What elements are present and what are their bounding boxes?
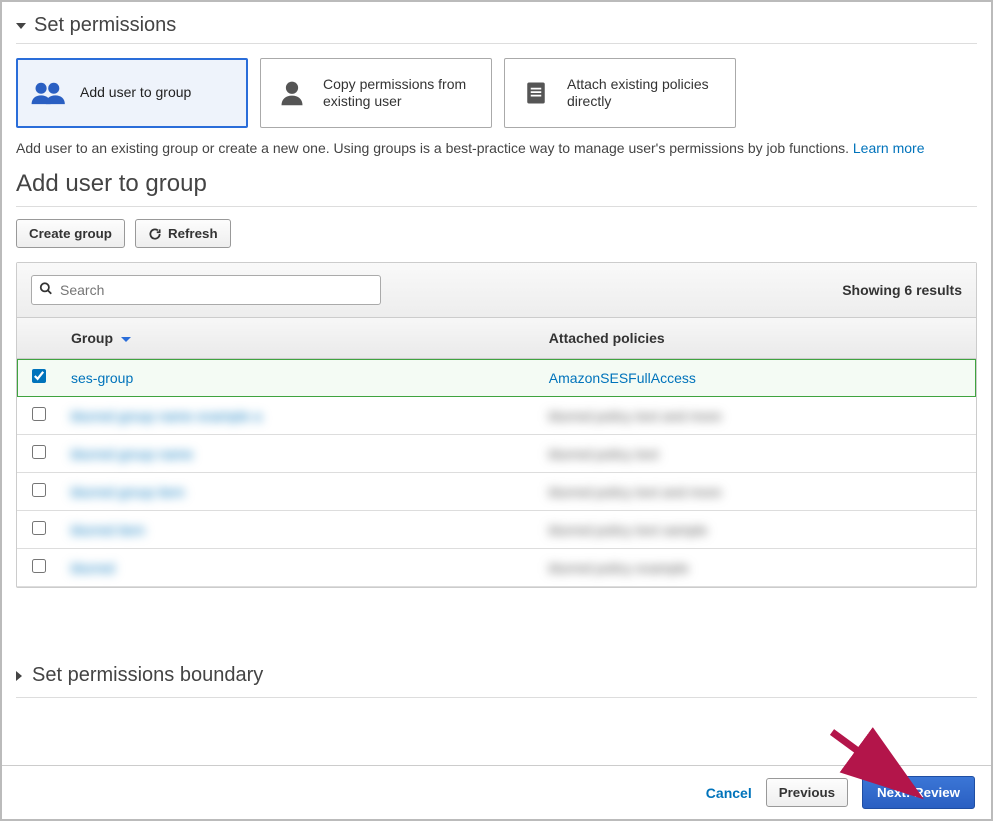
caret-down-icon	[16, 23, 26, 29]
refresh-icon	[148, 227, 162, 241]
refresh-button[interactable]: Refresh	[135, 219, 231, 248]
table-row[interactable]: blurred blurred policy example	[17, 549, 976, 587]
table-row[interactable]: ses-group AmazonSESFullAccess	[17, 359, 976, 397]
row-checkbox[interactable]	[32, 559, 46, 573]
tab-label: Add user to group	[80, 84, 191, 102]
sort-caret-icon	[121, 330, 131, 346]
group-link[interactable]: blurred	[71, 560, 115, 576]
cancel-button[interactable]: Cancel	[706, 785, 752, 801]
row-checkbox[interactable]	[32, 521, 46, 535]
wizard-footer: Cancel Previous Next: Review	[2, 765, 991, 819]
next-label: Next: Review	[877, 785, 960, 800]
groups-table: Group Attached policies ses-group Amazon…	[17, 318, 976, 587]
group-link[interactable]: blurred item	[71, 522, 145, 538]
row-checkbox[interactable]	[32, 445, 46, 459]
tab-copy-permissions[interactable]: Copy permissions from existing user	[260, 58, 492, 128]
col-group[interactable]: Group	[61, 318, 539, 359]
refresh-label: Refresh	[168, 226, 218, 241]
tab-label: Copy permissions from existing user	[323, 76, 479, 111]
policy-link[interactable]: AmazonSESFullAccess	[549, 370, 696, 386]
table-row[interactable]: blurred group name blurred policy text	[17, 435, 976, 473]
col-group-label: Group	[71, 330, 113, 346]
next-review-button[interactable]: Next: Review	[862, 776, 975, 809]
policy-link[interactable]: blurred policy text	[549, 446, 659, 462]
row-checkbox[interactable]	[32, 407, 46, 421]
document-icon	[517, 78, 555, 108]
caret-right-icon	[16, 671, 22, 681]
group-link[interactable]: ses-group	[71, 370, 133, 386]
col-checkbox	[17, 318, 61, 359]
boundary-title: Set permissions boundary	[32, 664, 263, 687]
tab-label: Attach existing policies directly	[567, 76, 723, 111]
table-row[interactable]: blurred group name example a blurred pol…	[17, 397, 976, 435]
tab-add-user-to-group[interactable]: Add user to group	[16, 58, 248, 128]
set-permissions-boundary-header[interactable]: Set permissions boundary	[16, 658, 977, 698]
create-group-label: Create group	[29, 226, 112, 241]
create-group-button[interactable]: Create group	[16, 219, 125, 248]
tab-attach-policies[interactable]: Attach existing policies directly	[504, 58, 736, 128]
search-icon	[39, 282, 53, 299]
help-text-content: Add user to an existing group or create …	[16, 140, 853, 156]
row-checkbox[interactable]	[32, 483, 46, 497]
set-permissions-header[interactable]: Set permissions	[16, 14, 977, 44]
previous-button[interactable]: Previous	[766, 778, 848, 807]
policy-link[interactable]: blurred policy text and more	[549, 484, 722, 500]
group-icon	[30, 78, 68, 108]
policy-link[interactable]: blurred policy text and more	[549, 408, 722, 424]
subheading: Add user to group	[16, 170, 977, 207]
results-count: Showing 6 results	[842, 282, 962, 298]
policy-link[interactable]: blurred policy example	[549, 560, 689, 576]
section-title: Set permissions	[34, 14, 176, 37]
group-link[interactable]: blurred group item	[71, 484, 185, 500]
previous-label: Previous	[779, 785, 835, 800]
user-icon	[273, 78, 311, 108]
policy-link[interactable]: blurred policy text sample	[549, 522, 708, 538]
row-checkbox[interactable]	[32, 369, 46, 383]
table-row[interactable]: blurred item blurred policy text sample	[17, 511, 976, 549]
learn-more-link[interactable]: Learn more	[853, 140, 925, 156]
search-input[interactable]	[31, 275, 381, 305]
group-link[interactable]: blurred group name example a	[71, 408, 262, 424]
help-text: Add user to an existing group or create …	[16, 140, 977, 156]
groups-panel: Showing 6 results Group Attached policie…	[16, 262, 977, 588]
group-link[interactable]: blurred group name	[71, 446, 193, 462]
table-row[interactable]: blurred group item blurred policy text a…	[17, 473, 976, 511]
col-policies[interactable]: Attached policies	[539, 318, 976, 359]
